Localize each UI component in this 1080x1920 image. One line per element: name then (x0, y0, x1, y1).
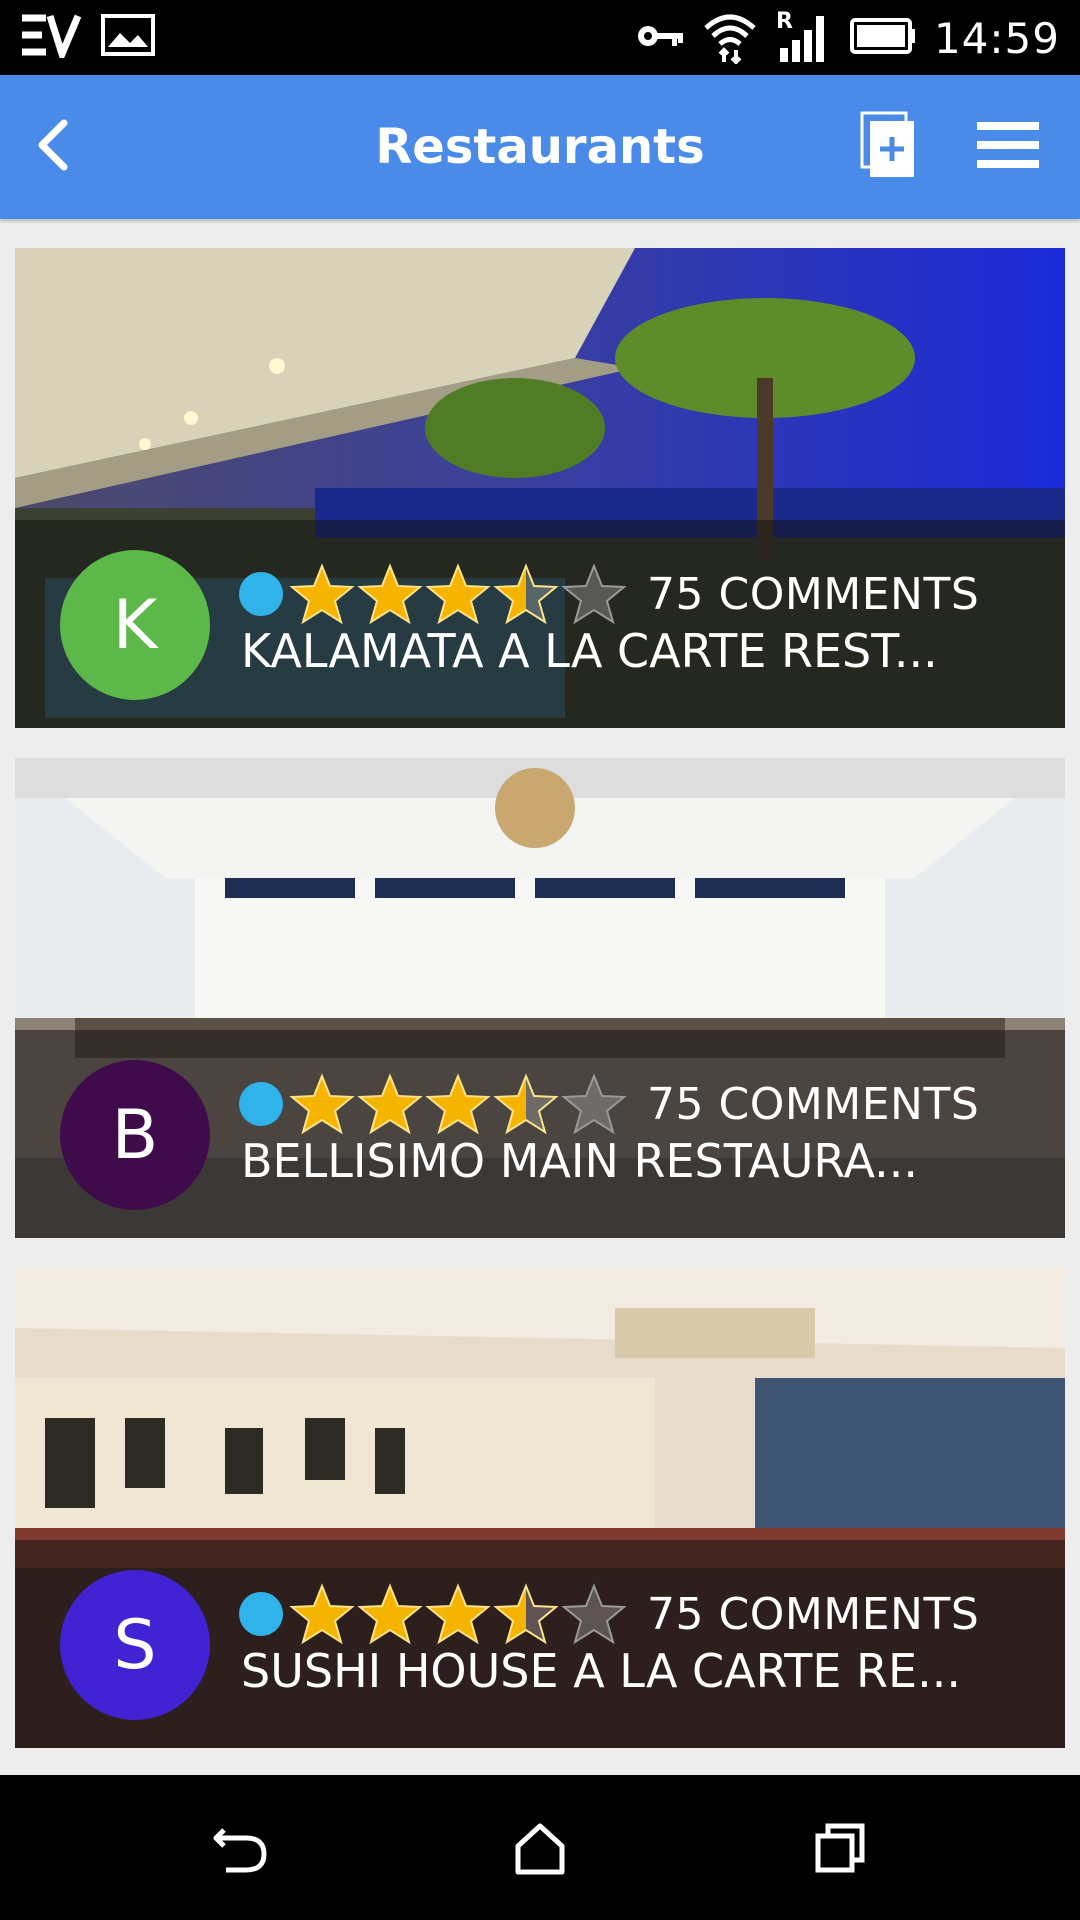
restaurant-card[interactable]: S 75 COMMENTS SUSHI HOUSE A LA CARTE RE.… (15, 1268, 1065, 1748)
restaurant-card[interactable]: B 75 COMMENTS BELLISIMO MAIN RESTAURA... (15, 758, 1065, 1238)
hamburger-menu-icon (975, 118, 1041, 177)
star-empty-icon (561, 563, 627, 625)
star-full-icon (289, 563, 355, 625)
comments-count[interactable]: 75 COMMENTS (647, 1079, 979, 1130)
add-button[interactable] (848, 111, 928, 183)
star-half-icon (493, 1073, 559, 1135)
rating-row: 75 COMMENTS (239, 1073, 979, 1135)
restaurant-name: BELLISIMO MAIN RESTAURA... (241, 1134, 918, 1188)
svg-text:R: R (776, 9, 793, 34)
avatar: B (60, 1060, 210, 1210)
battery-icon (849, 17, 916, 59)
star-half-icon (493, 563, 559, 625)
add-document-icon (858, 111, 918, 184)
star-full-icon (357, 563, 423, 625)
nav-back-button[interactable] (205, 1815, 275, 1885)
recents-icon (812, 1820, 868, 1881)
restaurant-list: K 75 COMMENTS KALAMATA A LA CARTE REST..… (15, 248, 1065, 1778)
star-full-icon (357, 1583, 423, 1645)
status-dot (239, 572, 283, 616)
star-full-icon (425, 1073, 491, 1135)
menu-button[interactable] (968, 111, 1048, 183)
star-full-icon (425, 1583, 491, 1645)
nav-recents-button[interactable] (805, 1815, 875, 1885)
star-empty-icon (561, 1073, 627, 1135)
star-half-icon (493, 1583, 559, 1645)
star-full-icon (425, 563, 491, 625)
app-bar: Restaurants (0, 75, 1080, 219)
star-full-icon (289, 1583, 355, 1645)
wifi-icon (702, 8, 758, 69)
back-icon (210, 1820, 270, 1881)
status-dot (239, 1082, 283, 1126)
star-rating (289, 1583, 627, 1645)
rating-row: 75 COMMENTS (239, 563, 979, 625)
home-icon (512, 1820, 568, 1881)
comments-count[interactable]: 75 COMMENTS (647, 1589, 979, 1640)
key-icon (636, 21, 684, 56)
signal-roaming-icon: R (776, 8, 832, 69)
rating-row: 75 COMMENTS (239, 1583, 979, 1645)
status-dot (239, 1592, 283, 1636)
restaurant-name: SUSHI HOUSE A LA CARTE RE... (241, 1644, 961, 1698)
comments-count[interactable]: 75 COMMENTS (647, 569, 979, 620)
clock-time: 14:59 (933, 13, 1060, 63)
ev-logo-icon (20, 12, 82, 64)
avatar: S (60, 1570, 210, 1720)
restaurant-card[interactable]: K 75 COMMENTS KALAMATA A LA CARTE REST..… (15, 248, 1065, 728)
star-rating (289, 563, 627, 625)
star-empty-icon (561, 1583, 627, 1645)
star-rating (289, 1073, 627, 1135)
star-full-icon (357, 1073, 423, 1135)
avatar: K (60, 550, 210, 700)
image-icon (100, 13, 156, 62)
status-bar: R 14:59 (0, 0, 1080, 75)
restaurant-name: KALAMATA A LA CARTE REST... (241, 624, 938, 678)
nav-home-button[interactable] (505, 1815, 575, 1885)
system-nav-bar (0, 1775, 1080, 1920)
star-full-icon (289, 1073, 355, 1135)
